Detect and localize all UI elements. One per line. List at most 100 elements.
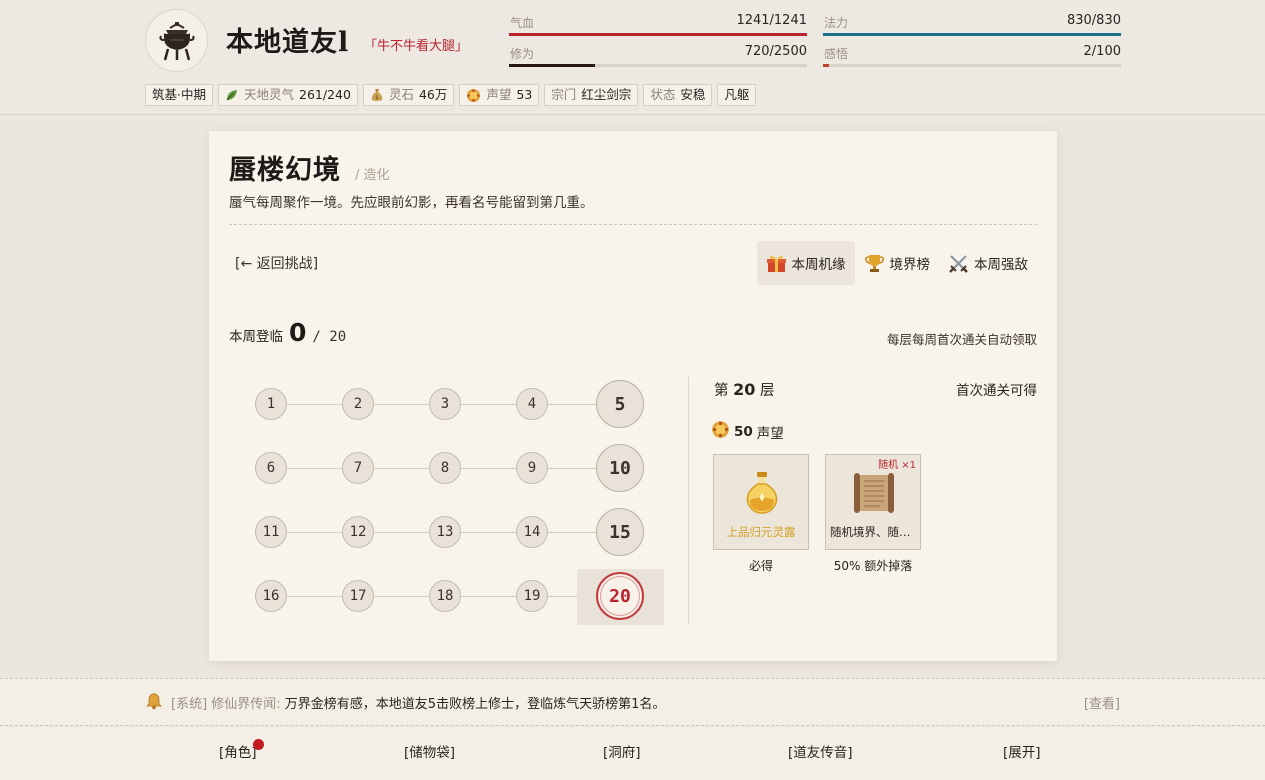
- floor-prefix: 第: [714, 383, 729, 399]
- crossed-swords-icon: [948, 253, 969, 274]
- news-view-link[interactable]: [查看]: [1084, 693, 1120, 712]
- tag-state[interactable]: 状态 安稳: [643, 84, 713, 106]
- tab-realm-ranking[interactable]: 境界榜: [855, 241, 940, 285]
- first-clear-label: 首次通关可得: [956, 383, 1037, 399]
- stat-fill: [509, 33, 807, 36]
- tab-bar: 本周机缘 境界榜 本周强敌: [756, 241, 1038, 285]
- stat-fill: [823, 64, 829, 67]
- stat-fill: [823, 33, 1121, 36]
- floor-node-18[interactable]: 18: [429, 580, 461, 612]
- tab-label: 本周强敌: [974, 257, 1028, 273]
- floor-node-5[interactable]: 5: [596, 380, 644, 428]
- news-message: 万界金榜有感，本地道友5击败榜上修士，登临炼气天骄榜第1名。: [284, 697, 666, 712]
- scroll-icon: [854, 473, 894, 513]
- floor-node-2[interactable]: 2: [342, 388, 374, 420]
- floor-node-6[interactable]: 6: [255, 452, 287, 484]
- stat-fill: [509, 64, 595, 67]
- avatar[interactable]: [145, 9, 208, 72]
- player-title: 「牛不牛看大腿」: [364, 39, 469, 54]
- floor-node-1[interactable]: 1: [255, 388, 287, 420]
- tag-value: 53: [516, 87, 533, 102]
- reward-item-card[interactable]: 随机 ×1 随机境界、随机功法残页: [825, 454, 921, 550]
- tag-realm[interactable]: 筑基·中期: [145, 84, 213, 106]
- reward-fame: 50 声望: [711, 420, 784, 443]
- breadcrumb[interactable]: / 造化: [355, 164, 390, 183]
- weekly-progress: 本周登临 0 / 20: [229, 318, 346, 347]
- reward-item-card[interactable]: 上品归元灵露: [713, 454, 809, 550]
- reward-item-name: 随机境界、随机功法残页: [830, 525, 920, 539]
- nav-expand[interactable]: [展开]: [1003, 741, 1041, 761]
- floor-node-3[interactable]: 3: [429, 388, 461, 420]
- nav-friend-message[interactable]: [道友传音]: [788, 741, 853, 761]
- gold-medal-icon: [711, 420, 730, 443]
- floor-node-12[interactable]: 12: [342, 516, 374, 548]
- page-description: 蜃气每周聚作一境。先应眼前幻影，再看名号能留到第几重。: [229, 195, 594, 211]
- trophy-icon: [864, 253, 885, 274]
- news-bar: [系统] 修仙界传闻: 万界金榜有感，本地道友5击败榜上修士，登临炼气天骄榜第1…: [0, 678, 1265, 726]
- tag-value: 红尘剑宗: [581, 87, 632, 102]
- tag-fame[interactable]: 声望 53: [459, 84, 540, 106]
- floor-node-17[interactable]: 17: [342, 580, 374, 612]
- floor-node-9[interactable]: 9: [516, 452, 548, 484]
- news-text: [系统] 修仙界传闻: 万界金榜有感，本地道友5击败榜上修士，登临炼气天骄榜第1…: [171, 693, 665, 712]
- tag-stones[interactable]: $ 灵石 46万: [362, 84, 455, 106]
- floor-suffix: 层: [759, 383, 775, 399]
- floor-node-14[interactable]: 14: [516, 516, 548, 548]
- stat-bar: [823, 64, 1121, 67]
- status-header: 本地道友l 「牛不牛看大腿」 气血 1241/1241 法力 830/830 修…: [0, 0, 1265, 115]
- floor-node-11[interactable]: 11: [255, 516, 287, 548]
- reward-item-caption: 50% 额外掉落: [833, 559, 913, 573]
- tag-label: 灵石: [388, 87, 414, 102]
- tag-label: 状态: [650, 87, 676, 102]
- tag-body[interactable]: 凡躯: [717, 84, 757, 106]
- tag-value: 261/240: [299, 87, 351, 102]
- floor-node-8[interactable]: 8: [429, 452, 461, 484]
- tab-weekly-fortune[interactable]: 本周机缘: [756, 241, 855, 285]
- stat-hp: 气血 1241/1241: [509, 9, 807, 39]
- tag-qi[interactable]: 天地灵气 261/240: [217, 84, 358, 106]
- nav-cave-dwelling[interactable]: [洞府]: [603, 741, 641, 761]
- gold-medal-icon: [466, 88, 481, 103]
- floor-node-16[interactable]: 16: [255, 580, 287, 612]
- player-name: 本地道友l: [226, 27, 350, 58]
- floor-node-7[interactable]: 7: [342, 452, 374, 484]
- floor-node-15[interactable]: 15: [596, 508, 644, 556]
- weekly-label: 本周登临: [229, 329, 283, 345]
- tag-value: 46万: [418, 87, 448, 102]
- nav-character[interactable]: [角色]: [219, 741, 257, 761]
- tag-label: 天地灵气: [243, 87, 294, 102]
- tab-label: 境界榜: [889, 257, 931, 273]
- divider: [229, 224, 1037, 225]
- tag-value: 筑基·中期: [152, 87, 206, 102]
- stat-value: 2/100: [1083, 44, 1121, 59]
- tab-weekly-enemy[interactable]: 本周强敌: [939, 241, 1037, 285]
- stat-mana: 法力 830/830: [823, 9, 1121, 39]
- floor-node-19[interactable]: 19: [516, 580, 548, 612]
- stat-label: 修为: [510, 47, 535, 61]
- leaf-icon: [225, 88, 239, 102]
- reward-item-name: 上品归元灵露: [726, 525, 796, 539]
- floor-node-4[interactable]: 4: [516, 388, 548, 420]
- bottom-nav: [角色] [储物袋] [洞府] [道友传音] [展开]: [0, 727, 1265, 780]
- elixir-bottle-icon: [746, 472, 778, 514]
- floor-node-20[interactable]: 20: [596, 572, 644, 620]
- floor-number: 20: [733, 380, 756, 399]
- gift-icon: [766, 253, 787, 274]
- weekly-count: 0: [289, 318, 307, 347]
- floor-heading: 第 20 层: [714, 379, 774, 400]
- tag-sect[interactable]: 宗门 红尘剑宗: [544, 84, 639, 106]
- stat-value: 720/2500: [744, 44, 807, 59]
- stat-cultivation: 修为 720/2500: [509, 40, 807, 70]
- page-title: 蜃楼幻境: [229, 155, 341, 186]
- floor-node-10[interactable]: 10: [596, 444, 644, 492]
- back-button[interactable]: [← 返回挑战]: [235, 253, 318, 273]
- stat-bar: [509, 33, 807, 36]
- floor-node-13[interactable]: 13: [429, 516, 461, 548]
- stat-bar: [823, 33, 1121, 36]
- stat-label: 法力: [824, 16, 849, 30]
- tag-label: 声望: [486, 87, 512, 102]
- stat-value: 830/830: [1066, 13, 1121, 28]
- stat-label: 感悟: [824, 47, 849, 61]
- stat-value: 1241/1241: [736, 13, 807, 28]
- nav-storage-bag[interactable]: [储物袋]: [404, 741, 455, 761]
